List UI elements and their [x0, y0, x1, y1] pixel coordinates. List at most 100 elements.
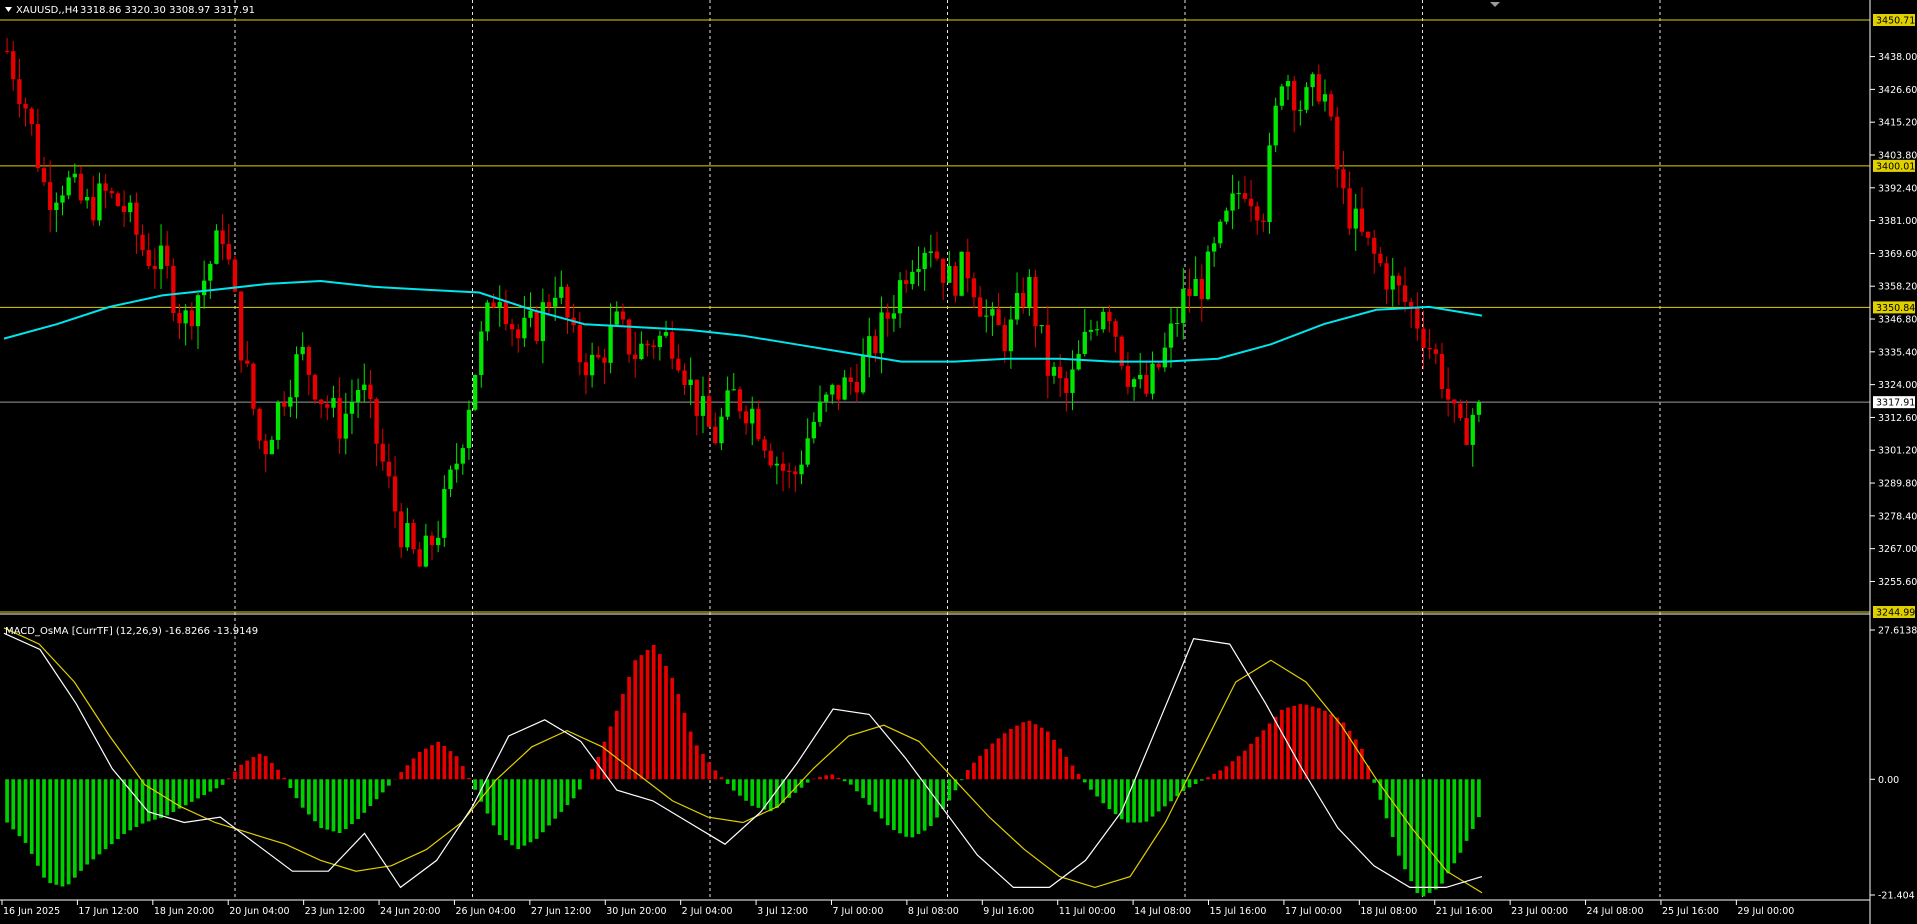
candle-body: [996, 309, 1001, 326]
candle-body: [436, 537, 441, 546]
candle-body: [312, 374, 318, 400]
candle-body: [663, 332, 669, 336]
candle-body: [1273, 105, 1278, 146]
candle-body: [177, 313, 182, 324]
chart-canvas[interactable]: 3438.00 3426.60 3415.20 3403.80 3392.40 3381.…: [0, 0, 1917, 924]
time-tick-label: 25 Jul 16:00: [1662, 906, 1719, 917]
candle-body: [1415, 308, 1420, 329]
candle-body: [497, 302, 502, 308]
candle-body: [288, 397, 293, 407]
time-tick-label: 9 Jul 16:00: [983, 906, 1034, 917]
candle-body: [374, 399, 379, 444]
level-label: 3400.01: [1876, 161, 1915, 172]
candle-body: [41, 168, 47, 183]
indicator-label: MACD_OsMA [CurrTF] (12,26,9) -16.8266 -1…: [5, 626, 258, 637]
candle-body: [768, 450, 773, 466]
candle-body: [509, 324, 515, 330]
candle-body: [1439, 353, 1445, 389]
candle-body: [152, 265, 158, 270]
candle-body: [1298, 109, 1303, 111]
candle-body: [1027, 277, 1032, 307]
candle-body: [540, 302, 546, 342]
candle-body: [1051, 366, 1057, 376]
time-tick-label: 24 Jul 08:00: [1587, 906, 1644, 917]
candle-body: [66, 177, 71, 196]
candle-body: [682, 370, 687, 386]
candle-body: [971, 278, 977, 298]
candle-body: [171, 265, 176, 314]
price-tick-label: 3301.20: [1878, 446, 1917, 457]
time-tick-label: 29 Jul 00:00: [1737, 906, 1794, 917]
candle-body: [349, 401, 355, 414]
candle-body: [1390, 275, 1395, 290]
candle-body: [325, 404, 330, 408]
candle-body: [183, 310, 188, 324]
time-tick-label: 24 Jun 20:00: [380, 906, 440, 917]
candle-body: [1175, 322, 1180, 324]
price-tick-label: 3426.60: [1878, 85, 1917, 96]
candle-body: [1168, 323, 1174, 348]
candle-body: [17, 79, 22, 104]
candle-body: [793, 471, 798, 475]
candle-body: [1113, 321, 1118, 337]
time-tick-label: 18 Jun 20:00: [154, 906, 214, 917]
candle-body: [1082, 331, 1087, 354]
candle-body: [1076, 353, 1081, 370]
candle-body: [405, 523, 410, 548]
price-tick-label: 3403.80: [1878, 150, 1917, 161]
candle-body: [1218, 221, 1223, 244]
candle-body: [1347, 188, 1352, 229]
candle-body: [121, 206, 127, 213]
candle-body: [245, 360, 250, 364]
time-tick-label: 20 Jun 04:00: [229, 906, 289, 917]
candle-body: [614, 311, 619, 325]
candle-body: [743, 411, 749, 424]
candle-body: [867, 336, 872, 356]
candle-body: [1378, 253, 1383, 264]
candle-body: [731, 389, 736, 391]
candle-body: [84, 196, 90, 201]
candle-body: [910, 271, 915, 285]
candle-body: [448, 469, 453, 490]
time-tick-label: 18 Jul 08:00: [1360, 906, 1417, 917]
candle-body: [263, 440, 268, 455]
candle-body: [72, 173, 77, 178]
candle-body: [965, 251, 970, 279]
candle-body: [392, 476, 398, 512]
candle-body: [1322, 94, 1328, 102]
candle-body: [836, 385, 841, 400]
candle-body: [953, 265, 958, 296]
candle-body: [780, 463, 786, 471]
candle-body: [269, 439, 275, 455]
candle-body: [750, 408, 755, 424]
candle-body: [977, 297, 983, 317]
candle-body: [220, 230, 225, 245]
candle-body: [1236, 193, 1241, 195]
candle-body: [48, 182, 53, 211]
candle-body: [1396, 275, 1402, 286]
candle-body: [1131, 379, 1137, 387]
candle-body: [331, 397, 336, 408]
candle-body: [140, 234, 145, 251]
candle-body: [343, 413, 348, 439]
candle-body: [1181, 288, 1186, 323]
candle-body: [1193, 279, 1198, 296]
candle-body: [109, 190, 114, 194]
candle-body: [639, 343, 644, 360]
candle-body: [158, 245, 164, 270]
candle-body: [1372, 237, 1377, 254]
candle-body: [725, 390, 730, 417]
candle-body: [1199, 279, 1204, 300]
candle-body: [1101, 311, 1106, 330]
candle-body: [947, 265, 952, 283]
candle-body: [1470, 414, 1475, 445]
candle-body: [1421, 328, 1426, 348]
price-tick-label: 3381.00: [1878, 216, 1917, 227]
candle-body: [337, 397, 342, 439]
candle-body: [4, 50, 10, 52]
candle-body: [201, 280, 207, 296]
candle-body: [1205, 251, 1211, 300]
candle-body: [1156, 363, 1161, 368]
price-tick-label: 3278.40: [1878, 511, 1917, 522]
candle-body: [897, 280, 903, 314]
